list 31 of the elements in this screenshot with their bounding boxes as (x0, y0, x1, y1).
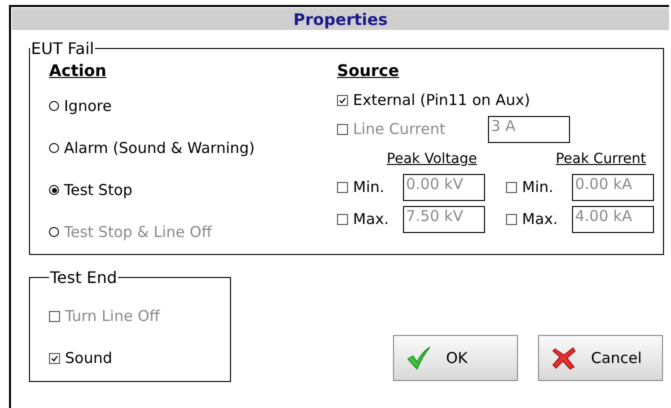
check-icon (338, 96, 347, 104)
checkmark-icon (406, 345, 432, 371)
radio-button[interactable] (49, 101, 59, 111)
radio-option[interactable]: Ignore (49, 85, 112, 127)
checkbox[interactable] (49, 352, 60, 364)
checkbox-option[interactable]: Max. (506, 210, 572, 228)
section-heading: Source (337, 61, 400, 82)
checkbox-option[interactable]: External (Pin11 on Aux) (337, 85, 530, 115)
radio-button[interactable] (49, 143, 59, 153)
checkbox-option[interactable]: Max. (337, 210, 403, 228)
cancel-button[interactable]: Cancel (538, 335, 663, 381)
x-icon (551, 345, 577, 371)
checkbox[interactable] (337, 94, 348, 106)
radio-option[interactable]: Alarm (Sound & Warning) (49, 127, 255, 169)
checkbox[interactable] (506, 214, 517, 224)
radio-option[interactable]: Test Stop (49, 169, 132, 211)
checkbox-option[interactable]: Sound (49, 337, 230, 379)
checkbox-option[interactable]: Min. (337, 178, 403, 196)
radio-button[interactable] (49, 185, 59, 195)
check-icon (50, 354, 59, 362)
section-heading: Action (49, 61, 108, 82)
column-heading: Peak Current (556, 151, 646, 169)
group-title: EUT Fail (30, 39, 96, 58)
group-title: Test End (49, 268, 118, 287)
checkbox[interactable] (337, 214, 348, 224)
checkbox[interactable] (506, 182, 517, 192)
checkbox[interactable] (337, 182, 348, 192)
ok-button[interactable]: OK (393, 335, 518, 381)
window-title: Properties (293, 10, 388, 28)
checkbox-option[interactable]: Min. (506, 178, 572, 196)
column-heading: Peak Voltage (386, 151, 477, 169)
